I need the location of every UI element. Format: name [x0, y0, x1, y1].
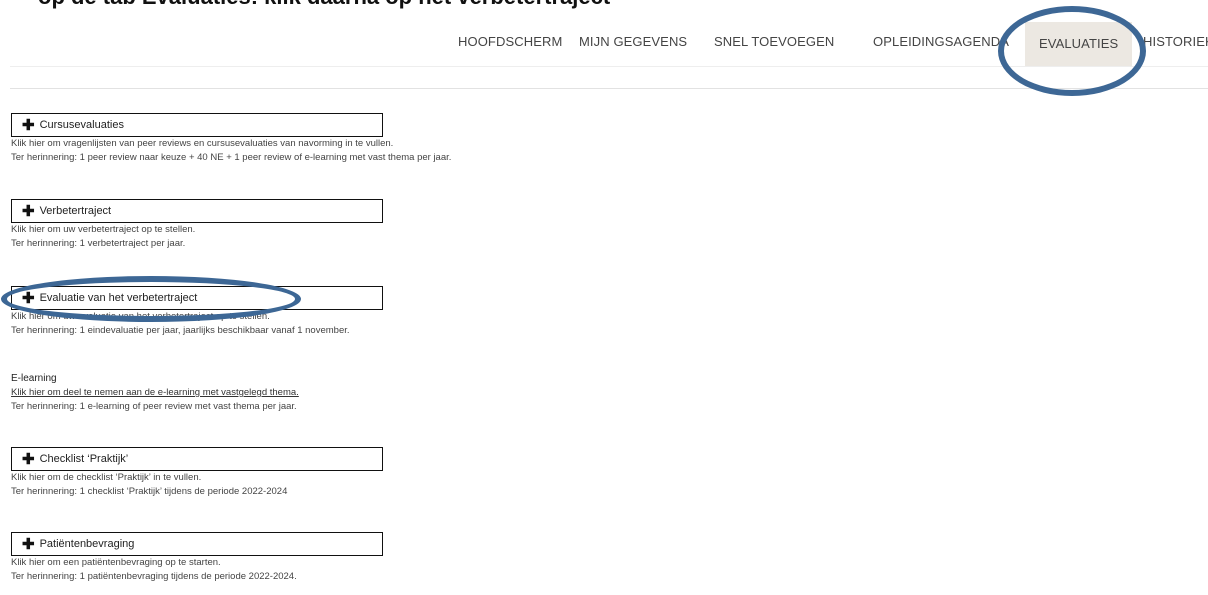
section-reminder: Ter herinnering: 1 peer review naar keuz… [11, 152, 452, 163]
section-description: Klik hier om de checklist ‘Praktijk’ in … [11, 472, 202, 483]
section-description: Klik hier om vragenlijsten van peer revi… [11, 138, 394, 149]
nav-evaluaties[interactable]: EVALUATIES [1025, 22, 1133, 66]
section-elearning: E-learning Klik hier om deel te nemen aa… [11, 372, 811, 414]
elearning-reminder: Ter herinnering: 1 e-learning of peer re… [11, 401, 297, 412]
accordion-checklist-praktijk[interactable]: ✚ Checklist ‘Praktijk’ [11, 447, 383, 471]
nav-opleidingsagenda[interactable]: OPLEIDINGSAGENDA [873, 34, 1009, 49]
plus-icon: ✚ [22, 116, 35, 134]
elearning-link[interactable]: Klik hier om deel te nemen aan de e-lear… [11, 386, 811, 400]
accordion-verbetertraject[interactable]: ✚ Verbetertraject [11, 199, 383, 223]
section-reminder: Ter herinnering: 1 checklist ‘Praktijk’ … [11, 486, 288, 497]
accordion-label: Patiëntenbevraging [39, 538, 135, 550]
plus-icon: ✚ [22, 535, 35, 553]
accordion-cursusevaluaties[interactable]: ✚ Cursusevaluaties [11, 113, 383, 137]
section-reminder: Ter herinnering: 1 verbetertraject per j… [11, 238, 186, 249]
elearning-heading: E-learning [11, 373, 57, 384]
accordion-label: Verbetertraject [39, 205, 112, 217]
section-reminder: Ter herinnering: 1 patiëntenbevraging ti… [11, 571, 297, 582]
nav-mijn-gegevens[interactable]: MIJN GEGEVENS [579, 34, 687, 49]
section-checklist-praktijk: ✚ Checklist ‘Praktijk’ Klik hier om de c… [11, 447, 811, 499]
accordion-label: Cursusevaluaties [39, 119, 124, 131]
nav-historiek[interactable]: HISTORIEK [1143, 34, 1208, 49]
section-description: Klik hier om uw verbetertraject op te st… [11, 224, 196, 235]
plus-icon: ✚ [22, 202, 35, 220]
divider [10, 66, 1208, 67]
section-description: Klik hier om een patiëntenbevraging op t… [11, 557, 221, 568]
accordion-evaluatie-verbetertraject[interactable]: ✚ Evaluatie van het verbetertraject [11, 286, 383, 310]
section-description: Klik hier om uw evaluatie van het verbet… [11, 311, 270, 322]
section-patientenbevraging: ✚ Patiëntenbevraging Klik hier om een pa… [11, 532, 811, 584]
accordion-label: Checklist ‘Praktijk’ [39, 453, 129, 465]
section-evaluatie-verbetertraject: ✚ Evaluatie van het verbetertraject Klik… [11, 286, 811, 338]
nav-hoofdscherm[interactable]: HOOFDSCHERM [458, 34, 562, 49]
plus-icon: ✚ [22, 450, 35, 468]
section-reminder: Ter herinnering: 1 eindevaluatie per jaa… [11, 325, 350, 336]
main-nav: HOOFDSCHERM MIJN GEGEVENS SNEL TOEVOEGEN… [0, 22, 1208, 66]
nav-snel-toevoegen[interactable]: SNEL TOEVOEGEN [714, 34, 834, 49]
accordion-label: Evaluatie van het verbetertraject [39, 292, 198, 304]
clipped-instruction-text: op de tab Evaluaties: klik daarna op het… [38, 0, 610, 10]
divider [10, 88, 1208, 89]
plus-icon: ✚ [22, 289, 35, 307]
section-verbetertraject: ✚ Verbetertraject Klik hier om uw verbet… [11, 199, 811, 251]
accordion-patientenbevraging[interactable]: ✚ Patiëntenbevraging [11, 532, 383, 556]
section-cursusevaluaties: ✚ Cursusevaluaties Klik hier om vragenli… [11, 113, 811, 165]
